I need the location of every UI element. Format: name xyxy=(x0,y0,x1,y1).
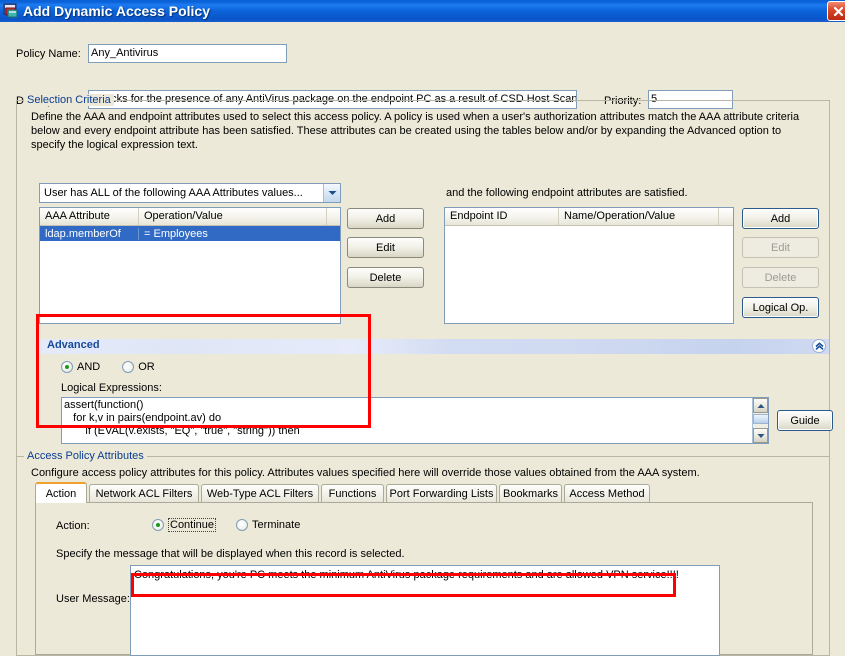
logical-expressions-scrollbar[interactable] xyxy=(752,398,768,443)
endpoint-table-col-nov[interactable]: Name/Operation/Value xyxy=(559,208,719,225)
endpoint-logical-op-button[interactable]: Logical Op. xyxy=(742,297,819,318)
operator-or-label: OR xyxy=(138,361,155,373)
action-continue-radio[interactable]: Continue xyxy=(152,518,217,532)
aaa-table-col-attribute[interactable]: AAA Attribute xyxy=(40,208,139,225)
logical-expressions-label: Logical Expressions: xyxy=(61,382,162,394)
tab-network-acl-filters[interactable]: Network ACL Filters xyxy=(89,484,199,503)
aaa-attribute-select-value: User has ALL of the following AAA Attrib… xyxy=(44,187,303,199)
user-message-label: User Message: xyxy=(56,593,130,605)
action-terminate-label: Terminate xyxy=(252,519,301,531)
selection-criteria-description: Define the AAA and endpoint attributes u… xyxy=(31,111,800,151)
user-message-textarea[interactable]: Congratulations, you're PC meets the min… xyxy=(130,565,720,656)
endpoint-table-header: Endpoint ID Name/Operation/Value xyxy=(445,208,733,226)
access-policy-attributes-group: Access Policy Attributes Configure acces… xyxy=(16,450,830,656)
window-title: Add Dynamic Access Policy xyxy=(23,3,211,19)
window-titlebar: Add Dynamic Access Policy xyxy=(0,0,845,22)
action-terminate-radio[interactable]: Terminate xyxy=(236,519,300,531)
advanced-panel: Advanced AND OR Logical Expressions: ass… xyxy=(39,339,833,444)
aaa-table-col-operation[interactable]: Operation/Value xyxy=(139,208,327,225)
advanced-title: Advanced xyxy=(47,339,100,351)
operator-and-label: AND xyxy=(77,361,101,373)
policy-name-input[interactable]: Any_Antivirus xyxy=(88,44,287,63)
radio-off-icon[interactable] xyxy=(122,361,135,373)
aaa-edit-button[interactable]: Edit xyxy=(347,237,424,258)
scroll-up-icon[interactable] xyxy=(753,398,768,413)
endpoint-edit-button: Edit xyxy=(742,237,819,258)
endpoint-attributes-intro: and the following endpoint attributes ar… xyxy=(446,187,688,199)
user-message-value: Congratulations, you're PC meets the min… xyxy=(134,569,679,581)
aaa-attributes-table[interactable]: AAA Attribute Operation/Value ldap.membe… xyxy=(39,207,341,324)
tab-functions[interactable]: Functions xyxy=(321,484,384,503)
radio-on-icon[interactable] xyxy=(152,519,164,531)
aaa-attribute-select[interactable]: User has ALL of the following AAA Attrib… xyxy=(39,183,341,203)
tab-action[interactable]: Action xyxy=(35,482,87,503)
aaa-row-operation-value: = Employees xyxy=(144,227,208,240)
table-row[interactable]: ldap.memberOf = Employees xyxy=(40,226,340,241)
scrollbar-thumb[interactable] xyxy=(753,414,768,424)
policy-window-icon xyxy=(3,3,19,19)
tab-access-method[interactable]: Access Method xyxy=(564,484,650,503)
guide-button[interactable]: Guide xyxy=(777,410,833,431)
radio-on-icon[interactable] xyxy=(61,361,73,373)
endpoint-delete-button: Delete xyxy=(742,267,819,288)
aaa-row-attribute: ldap.memberOf xyxy=(40,227,139,240)
dialog-body: Policy Name: Any_Antivirus Description: … xyxy=(0,22,845,656)
chevron-up-icon[interactable] xyxy=(812,339,826,353)
chevron-down-icon[interactable] xyxy=(323,184,340,202)
action-label: Action: xyxy=(56,520,90,532)
endpoint-table-col-id[interactable]: Endpoint ID xyxy=(445,208,559,225)
tab-panel-action: Action: Continue Terminate Specify the m… xyxy=(35,502,813,656)
tab-web-type-acl-filters[interactable]: Web-Type ACL Filters xyxy=(201,484,319,503)
operator-or-radio[interactable]: OR xyxy=(122,361,155,373)
radio-off-icon[interactable] xyxy=(236,519,249,531)
tab-bookmarks[interactable]: Bookmarks xyxy=(499,484,562,503)
user-message-hint: Specify the message that will be display… xyxy=(56,548,405,560)
aaa-table-header: AAA Attribute Operation/Value xyxy=(40,208,340,226)
aaa-add-button[interactable]: Add xyxy=(347,208,424,229)
tab-port-forwarding-lists[interactable]: Port Forwarding Lists xyxy=(386,484,497,503)
selection-criteria-title: Selection Criteria xyxy=(24,94,114,106)
action-continue-label: Continue xyxy=(168,518,217,532)
access-policy-attributes-title: Access Policy Attributes xyxy=(24,450,147,462)
close-icon[interactable] xyxy=(827,1,845,21)
logical-operator-group: AND OR xyxy=(61,361,155,373)
operator-and-radio[interactable]: AND xyxy=(61,361,100,373)
aaa-delete-button[interactable]: Delete xyxy=(347,267,424,288)
endpoint-add-button[interactable]: Add xyxy=(742,208,819,229)
logical-expressions-textarea[interactable]: assert(function() for k,v in pairs(endpo… xyxy=(61,397,769,444)
policy-name-label: Policy Name: xyxy=(16,48,81,60)
access-policy-attributes-description: Configure access policy attributes for t… xyxy=(31,467,700,479)
aaa-table-col-filler xyxy=(327,208,340,225)
action-radio-group: Continue Terminate xyxy=(152,518,300,532)
endpoint-table-col-filler xyxy=(719,208,733,225)
selection-criteria-group: Selection Criteria Define the AAA and en… xyxy=(16,94,833,457)
advanced-header[interactable]: Advanced xyxy=(39,339,829,354)
logical-expressions-value: assert(function() for k,v in pairs(endpo… xyxy=(64,399,300,437)
endpoint-attributes-table[interactable]: Endpoint ID Name/Operation/Value xyxy=(444,207,734,324)
scroll-down-icon[interactable] xyxy=(753,428,768,443)
